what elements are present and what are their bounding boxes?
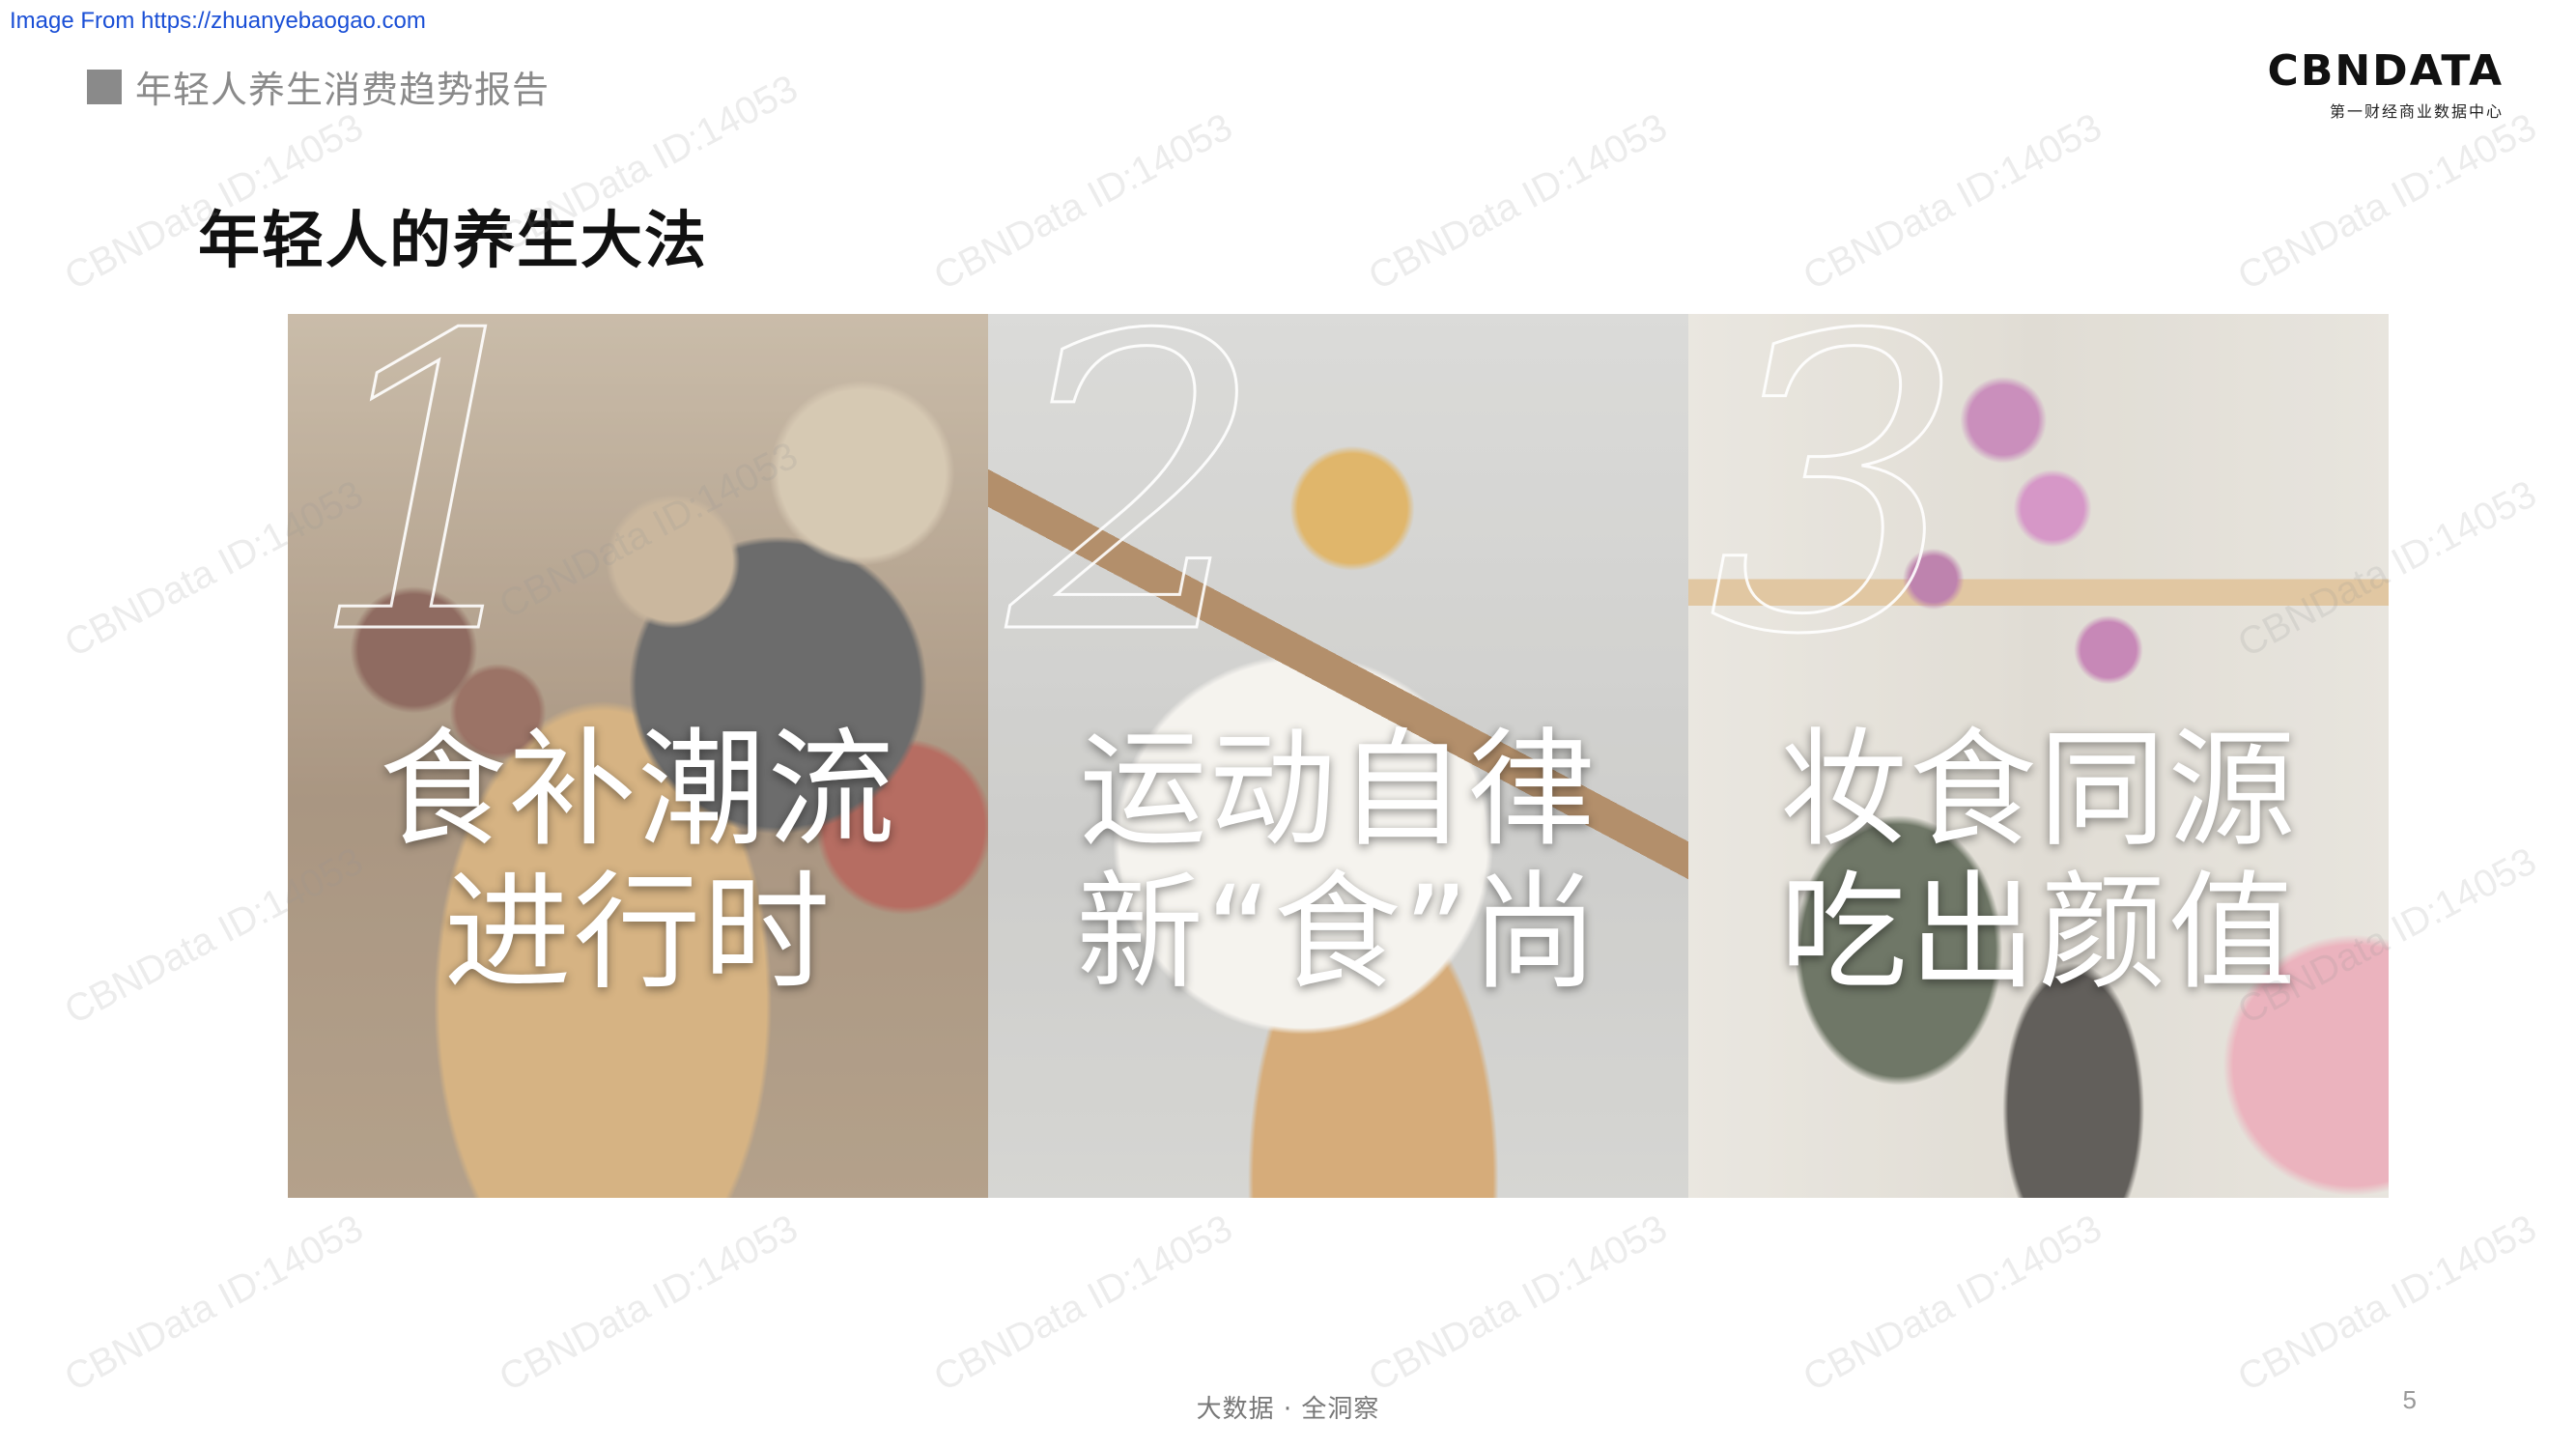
watermark: CBNData ID:14053 — [2231, 105, 2543, 298]
panel-caption: 妆食同源 吃出颜值 — [1688, 716, 2389, 1008]
watermark: CBNData ID:14053 — [927, 1207, 1239, 1400]
source-link[interactable]: Image From https://zhuanyebaogao.com — [10, 8, 426, 35]
report-title: 年轻人养生消费趋势报告 — [135, 69, 551, 111]
footer-slogan: 大数据 · 全洞察 — [1196, 1395, 1380, 1424]
slide-page: Image From https://zhuanyebaogao.com 年轻人… — [0, 0, 2576, 1449]
watermark: CBNData ID:14053 — [1797, 1207, 2109, 1400]
watermark: CBNData ID:14053 — [1362, 105, 1674, 298]
panel-caption-line: 新“食”尚 — [1076, 858, 1600, 1008]
watermark: CBNData ID:14053 — [2231, 1207, 2543, 1400]
panel-number: 1 — [305, 314, 566, 724]
panel-caption: 食补潮流 进行时 — [288, 716, 988, 1008]
panel-beauty-food: 3 妆食同源 吃出颜值 — [1688, 314, 2389, 1198]
watermark: CBNData ID:14053 — [927, 105, 1239, 298]
image-panels: 1 食补潮流 进行时 2 运动自律 新“食”尚 3 妆食同源 吃出颜值 — [288, 314, 2389, 1198]
panel-caption-line: 妆食同源 — [1779, 716, 2298, 865]
cbndata-logo: CBNDATA 第一财经商业数据中心 — [2268, 50, 2504, 122]
panel-caption: 运动自律 新“食”尚 — [988, 716, 1688, 1008]
logo-sub-text: 第一财经商业数据中心 — [2329, 102, 2504, 121]
watermark: CBNData ID:14053 — [1362, 1207, 1674, 1400]
panel-number: 2 — [1005, 314, 1266, 724]
report-header: 年轻人养生消费趋势报告 — [87, 60, 550, 113]
panel-exercise: 2 运动自律 新“食”尚 — [988, 314, 1688, 1198]
panel-caption-line: 吃出颜值 — [1779, 858, 2298, 1008]
watermark: CBNData ID:14053 — [58, 1207, 370, 1400]
panel-caption-line: 食补潮流 — [379, 716, 897, 865]
panel-number: 3 — [1706, 314, 1967, 724]
panel-caption-line: 运动自律 — [1079, 716, 1598, 865]
header-square-icon — [87, 69, 122, 104]
page-number: 5 — [2402, 1385, 2417, 1414]
watermark: CBNData ID:14053 — [1797, 105, 2109, 298]
panel-caption-line: 进行时 — [443, 858, 833, 1008]
page-heading: 年轻人的养生大法 — [198, 206, 708, 277]
watermark: CBNData ID:14053 — [493, 1207, 805, 1400]
panel-food-tonic: 1 食补潮流 进行时 — [288, 314, 988, 1198]
logo-main-text: CBNDATA — [2267, 46, 2504, 96]
